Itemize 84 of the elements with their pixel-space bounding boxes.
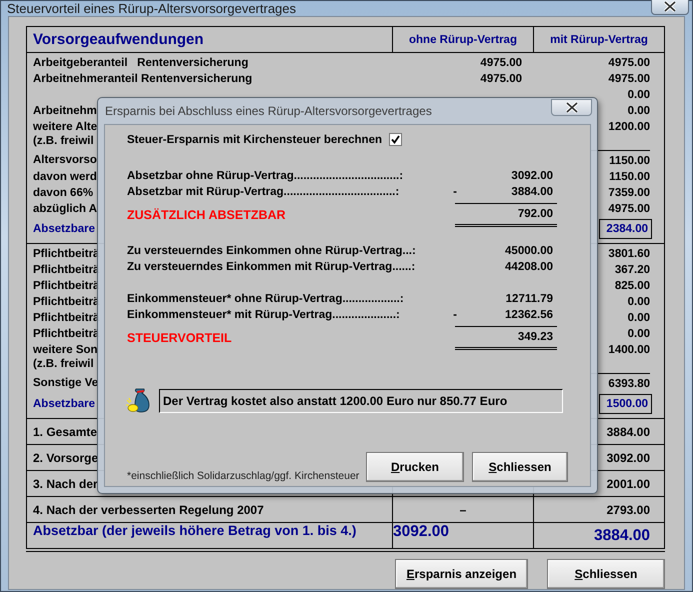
- table-cell: 2001.00: [606, 476, 650, 490]
- total-value: 2384.00: [599, 219, 652, 239]
- row-label: Arbeitnehm: [32, 104, 97, 119]
- close-button[interactable]: [651, 0, 689, 15]
- show-savings-button[interactable]: Ersparnis anzeigen: [395, 559, 528, 589]
- calc-value: 3884.00: [510, 185, 554, 200]
- table-cell-text: 4975.00: [608, 202, 651, 217]
- table-cell-text: 0.00: [628, 327, 651, 342]
- calc-label: Absetzbar mit Rürup-Vertrag...................................:: [127, 185, 400, 200]
- result-value: 792.00: [455, 203, 557, 227]
- table-cell: 3092.00: [606, 450, 650, 464]
- calc-value: 12711.79: [504, 292, 554, 307]
- result-value: 349.23: [455, 326, 557, 350]
- print-button[interactable]: Drucken: [366, 452, 464, 482]
- row-label: Pflichtbeiträ: [32, 295, 100, 310]
- table-cell: 3092.00: [393, 523, 450, 540]
- money-bag-icon: [126, 388, 152, 414]
- calc-value: 45000.00: [504, 244, 554, 259]
- table-cell: –: [460, 502, 466, 516]
- total-label: Absetzbar (der jeweils höhere Betrag von 1. bis 4.): [27, 523, 393, 548]
- table-cell-text: 0.00: [628, 104, 651, 119]
- calc-label: Zu versteuerndes Einkommen ohne Rürup-Vertrag...:: [127, 244, 417, 259]
- table-cell-text: 3801.60: [608, 247, 651, 262]
- calc-value: 44208.00: [504, 260, 554, 275]
- row-label: Pflichtbeiträ: [32, 327, 100, 342]
- dialog-close-button[interactable]: [551, 99, 592, 116]
- table-cell-text: 1200.00: [608, 120, 651, 135]
- row-label: weitere Son: [32, 343, 98, 358]
- table-cell: 3884.00: [606, 424, 650, 438]
- calc-value: 12362.56: [504, 308, 554, 323]
- row-label: Absetzbare: [32, 222, 95, 237]
- calc-label: Einkommensteuer* mit Rürup-Vertrag....................:: [127, 308, 401, 323]
- table-cell-text: 7359.00: [608, 186, 651, 201]
- table-cell-text: 0.00: [628, 88, 651, 103]
- close-icon: [564, 102, 578, 113]
- table-cell: 2793.00: [606, 502, 650, 516]
- row-label: abzüglich A: [32, 202, 98, 217]
- row-note: (z.B. freiwil: [32, 135, 94, 148]
- row-label: davon werd: [32, 170, 97, 185]
- column-header: mit Rürup-Vertrag: [549, 32, 649, 48]
- row-label: Sonstige Ve: [32, 376, 98, 391]
- row-label: Pflichtbeiträ: [32, 311, 100, 326]
- total-value: 1500.00: [599, 394, 652, 414]
- table-cell-text: 0.00: [628, 311, 651, 326]
- row-label: 4. Nach der verbesserten Regelung 2007: [27, 497, 393, 522]
- window-title: Steuervorteil eines Rürup-Altersvorsorgevertrages: [7, 1, 296, 16]
- minus-sign: -: [453, 186, 457, 198]
- checkbox[interactable]: [389, 133, 402, 146]
- dialog-title: Ersparnis bei Abschluss eines Rürup-Altersvorsorgevertrages: [105, 104, 432, 118]
- table-cell-text: 1400.00: [608, 343, 651, 358]
- table-cell: 3884.00: [594, 526, 650, 544]
- close-button[interactable]: Schliessen: [547, 559, 665, 589]
- table-cell-text: 825.00: [614, 279, 651, 294]
- row-label: Absetzbare: [32, 397, 95, 412]
- calc-value: 3092.00: [510, 169, 554, 184]
- table-cell-text: 4975.00: [480, 72, 523, 87]
- row-label: Pflichtbeiträ: [32, 263, 100, 278]
- column-header: ohne Rürup-Vertrag: [393, 27, 534, 52]
- calc-label: Zu versteuerndes Einkommen mit Rürup-Vertrag......:: [127, 260, 416, 275]
- row-label: Altersvorso: [32, 153, 97, 168]
- table-cell-text: 4975.00: [480, 56, 523, 71]
- minus-sign: -: [453, 309, 457, 321]
- table-cell-text: 4975.00: [608, 72, 651, 87]
- calc-label: Einkommensteuer* ohne Rürup-Vertrag..................:: [127, 292, 405, 307]
- row-label: Pflichtbeiträ: [32, 279, 100, 294]
- result-label: ZUSÄTZLICH ABSETZBAR: [127, 207, 287, 224]
- table-cell-text: 1150.00: [609, 170, 651, 185]
- footnote: *einschließlich Solidarzuschlag/ggf. Kirchensteuer: [127, 470, 360, 482]
- calc-label: Absetzbar ohne Rürup-Vertrag.................................:: [127, 169, 404, 184]
- result-label: STEUERVORTEIL: [127, 330, 233, 347]
- checkbox-label: Steuer-Ersparnis mit Kirchensteuer berechnen: [127, 134, 382, 146]
- table-cell-text: 4975.00: [608, 56, 651, 71]
- close-button[interactable]: Schliessen: [472, 452, 568, 482]
- close-icon: [663, 1, 677, 12]
- row-label: Pflichtbeiträ: [32, 247, 100, 262]
- result-field: Der Vertrag kostet also anstatt 1200.00 Euro nur 850.77 Euro: [159, 389, 563, 413]
- row-note: (z.B. freiwil: [32, 358, 94, 371]
- row-label: weitere Alte: [32, 120, 98, 135]
- table-cell-text: 0.00: [628, 295, 651, 310]
- table-cell-text: 367.20: [614, 263, 651, 278]
- column-header: Vorsorgeaufwendungen: [27, 27, 393, 52]
- row-label: Arbeitgeberanteil Rentenversicherung: [32, 56, 248, 71]
- row-label: Arbeitnehmeranteil Rentenversicherung: [32, 72, 252, 87]
- row-label: davon 66%: [32, 186, 94, 201]
